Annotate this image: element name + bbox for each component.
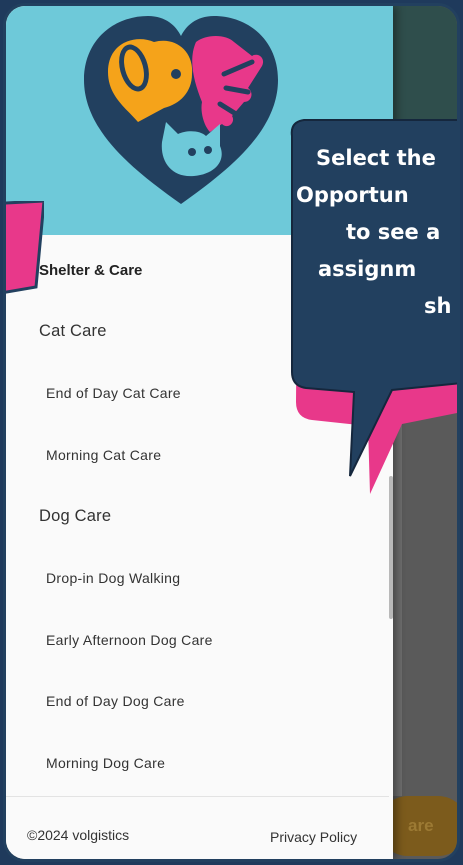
menu-item-early-afternoon-dog-care[interactable]: Early Afternoon Dog Care — [6, 611, 389, 673]
menu-item-morning-dog-care[interactable]: Morning Dog Care — [6, 734, 389, 796]
tooltip-line-5: sh — [424, 294, 452, 318]
tooltip-line-1: Select the — [316, 146, 436, 170]
menu-item-end-of-day-dog-care[interactable]: End of Day Dog Care — [6, 672, 389, 734]
tooltip-text-area: Select the Opportun to see a assignm sh — [282, 118, 457, 418]
tooltip-line-2: Opportun — [296, 183, 409, 207]
pink-accent-shape — [6, 201, 44, 294]
heart-pets-logo-icon — [84, 16, 278, 204]
privacy-policy-link[interactable]: Privacy Policy — [270, 829, 357, 845]
drawer-footer: ©2024 volgistics Privacy Policy — [6, 796, 389, 859]
menu-item-drop-in-dog-walking[interactable]: Drop-in Dog Walking — [6, 549, 389, 611]
copyright-text: ©2024 volgistics — [27, 827, 130, 843]
device-frame: are Shelter & Care Cat Care End of Day C… — [3, 3, 460, 862]
tooltip-line-3: to see a — [346, 220, 441, 244]
tooltip-text: Select the Opportun to see a assignm sh — [296, 140, 457, 325]
tooltip-line-4: assignm — [318, 257, 417, 281]
